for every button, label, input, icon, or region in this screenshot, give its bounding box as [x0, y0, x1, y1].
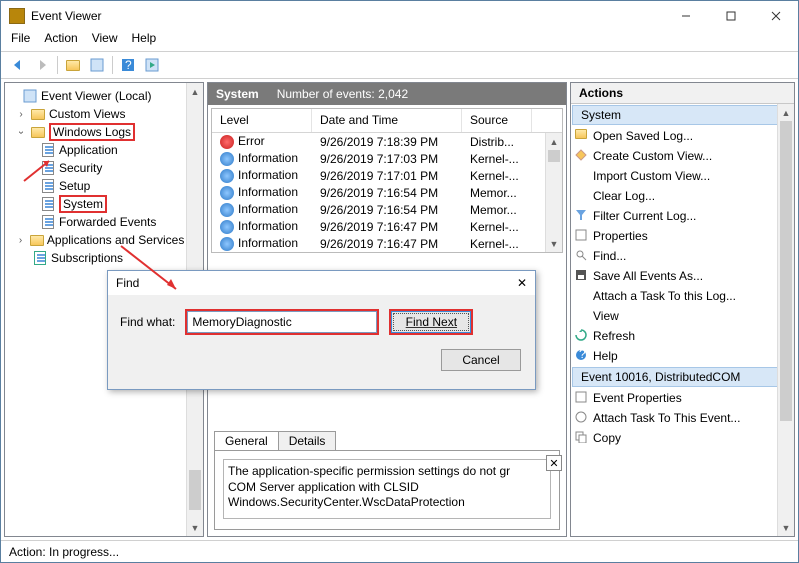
section-event[interactable]: Event 10016, DistributedCOM: [572, 367, 793, 387]
find-next-button[interactable]: Find Next: [391, 311, 471, 333]
tree-app-services[interactable]: ›Applications and Services Lo: [7, 231, 201, 249]
folder-up-icon[interactable]: [62, 54, 84, 76]
tree-windows-logs[interactable]: ›Windows Logs: [7, 123, 201, 141]
col-source[interactable]: Source: [462, 109, 532, 132]
tab-details[interactable]: Details: [278, 431, 337, 450]
tree-root[interactable]: Event Viewer (Local): [7, 87, 201, 105]
events-header: System Number of events: 2,042: [208, 83, 566, 105]
back-button[interactable]: [7, 54, 29, 76]
maximize-button[interactable]: [708, 2, 753, 30]
table-row[interactable]: Information9/26/2019 7:16:47 PMKernel-..…: [212, 235, 562, 252]
titlebar: Event Viewer: [1, 1, 798, 31]
action-copy[interactable]: Copy: [571, 428, 794, 448]
action-help[interactable]: ?Help: [571, 346, 794, 366]
find-cancel-button[interactable]: Cancel: [441, 349, 521, 371]
app-icon: [9, 8, 25, 24]
menu-action[interactable]: Action: [44, 31, 77, 51]
actions-scrollbar[interactable]: [777, 104, 794, 536]
forward-button[interactable]: [31, 54, 53, 76]
tree-root-label: Event Viewer (Local): [41, 89, 152, 103]
tree-windows-logs-label: Windows Logs: [49, 123, 135, 141]
close-button[interactable]: [753, 2, 798, 30]
menu-help[interactable]: Help: [132, 31, 157, 51]
grid-scrollbar[interactable]: [545, 133, 562, 252]
table-row[interactable]: Error9/26/2019 7:18:39 PMDistrib...: [212, 133, 562, 150]
action-attach-task[interactable]: Attach a Task To this Log...: [571, 286, 794, 306]
action-properties[interactable]: Properties: [571, 226, 794, 246]
view-icon[interactable]: [86, 54, 108, 76]
table-row[interactable]: Information9/26/2019 7:16:54 PMMemor...: [212, 184, 562, 201]
section-system[interactable]: System: [572, 105, 793, 125]
statusbar: Action: In progress...: [1, 540, 798, 562]
actions-header: Actions: [571, 83, 794, 104]
action-open-saved-log[interactable]: Open Saved Log...: [571, 126, 794, 146]
action-refresh[interactable]: Refresh: [571, 326, 794, 346]
action-event-properties[interactable]: Event Properties: [571, 388, 794, 408]
tree-setup[interactable]: Setup: [7, 177, 201, 195]
tree-custom-views[interactable]: ›Custom Views: [7, 105, 201, 123]
menu-file[interactable]: File: [11, 31, 30, 51]
preview-close-button[interactable]: ✕: [546, 455, 562, 471]
tab-general[interactable]: General: [214, 431, 279, 450]
action-event-attach-task[interactable]: Attach Task To This Event...: [571, 408, 794, 428]
tree-forwarded[interactable]: Forwarded Events: [7, 213, 201, 231]
find-dialog: Find ✕ Find what: Find Next Cancel: [107, 270, 536, 390]
status-text: Action: In progress...: [9, 545, 119, 559]
table-row[interactable]: Information9/26/2019 7:16:54 PMMemor...: [212, 201, 562, 218]
tree-system[interactable]: System: [7, 195, 201, 213]
find-close-button[interactable]: ✕: [517, 276, 527, 290]
action-filter-log[interactable]: Filter Current Log...: [571, 206, 794, 226]
tree-application[interactable]: Application: [7, 141, 201, 159]
grid-body: Error9/26/2019 7:18:39 PMDistrib...Infor…: [212, 133, 562, 252]
action-clear-log[interactable]: Clear Log...: [571, 186, 794, 206]
menubar: File Action View Help: [1, 31, 798, 51]
action-create-custom-view[interactable]: Create Custom View...: [571, 146, 794, 166]
events-count: Number of events: 2,042: [277, 87, 408, 101]
toolbar: ?: [1, 51, 798, 79]
action-save-all[interactable]: Save All Events As...: [571, 266, 794, 286]
tree-security[interactable]: Security: [7, 159, 201, 177]
menu-view[interactable]: View: [92, 31, 118, 51]
svg-text:?: ?: [579, 349, 586, 361]
find-label: Find what:: [120, 315, 175, 329]
play-icon[interactable]: [141, 54, 163, 76]
tree-subscriptions[interactable]: Subscriptions: [7, 249, 201, 267]
find-input[interactable]: [187, 311, 377, 333]
tree-system-label: System: [59, 195, 107, 213]
table-row[interactable]: Information9/26/2019 7:17:03 PMKernel-..…: [212, 150, 562, 167]
help-icon[interactable]: ?: [117, 54, 139, 76]
table-row[interactable]: Information9/26/2019 7:17:01 PMKernel-..…: [212, 167, 562, 184]
table-row[interactable]: Information9/26/2019 7:16:47 PMKernel-..…: [212, 218, 562, 235]
col-level[interactable]: Level: [212, 109, 312, 132]
action-import-custom-view[interactable]: Import Custom View...: [571, 166, 794, 186]
svg-text:?: ?: [125, 58, 132, 72]
detail-text: The application-specific permission sett…: [223, 459, 551, 519]
find-title: Find: [116, 276, 517, 290]
minimize-button[interactable]: [663, 2, 708, 30]
events-title: System: [216, 87, 259, 101]
action-view[interactable]: View: [571, 306, 794, 326]
col-datetime[interactable]: Date and Time: [312, 109, 462, 132]
grid-header: Level Date and Time Source: [212, 109, 562, 133]
window-title: Event Viewer: [31, 9, 663, 23]
actions-pane: Actions System Open Saved Log... Create …: [570, 82, 795, 537]
detail-tabs: General Details The application-specific…: [208, 425, 566, 536]
action-find[interactable]: Find...: [571, 246, 794, 266]
